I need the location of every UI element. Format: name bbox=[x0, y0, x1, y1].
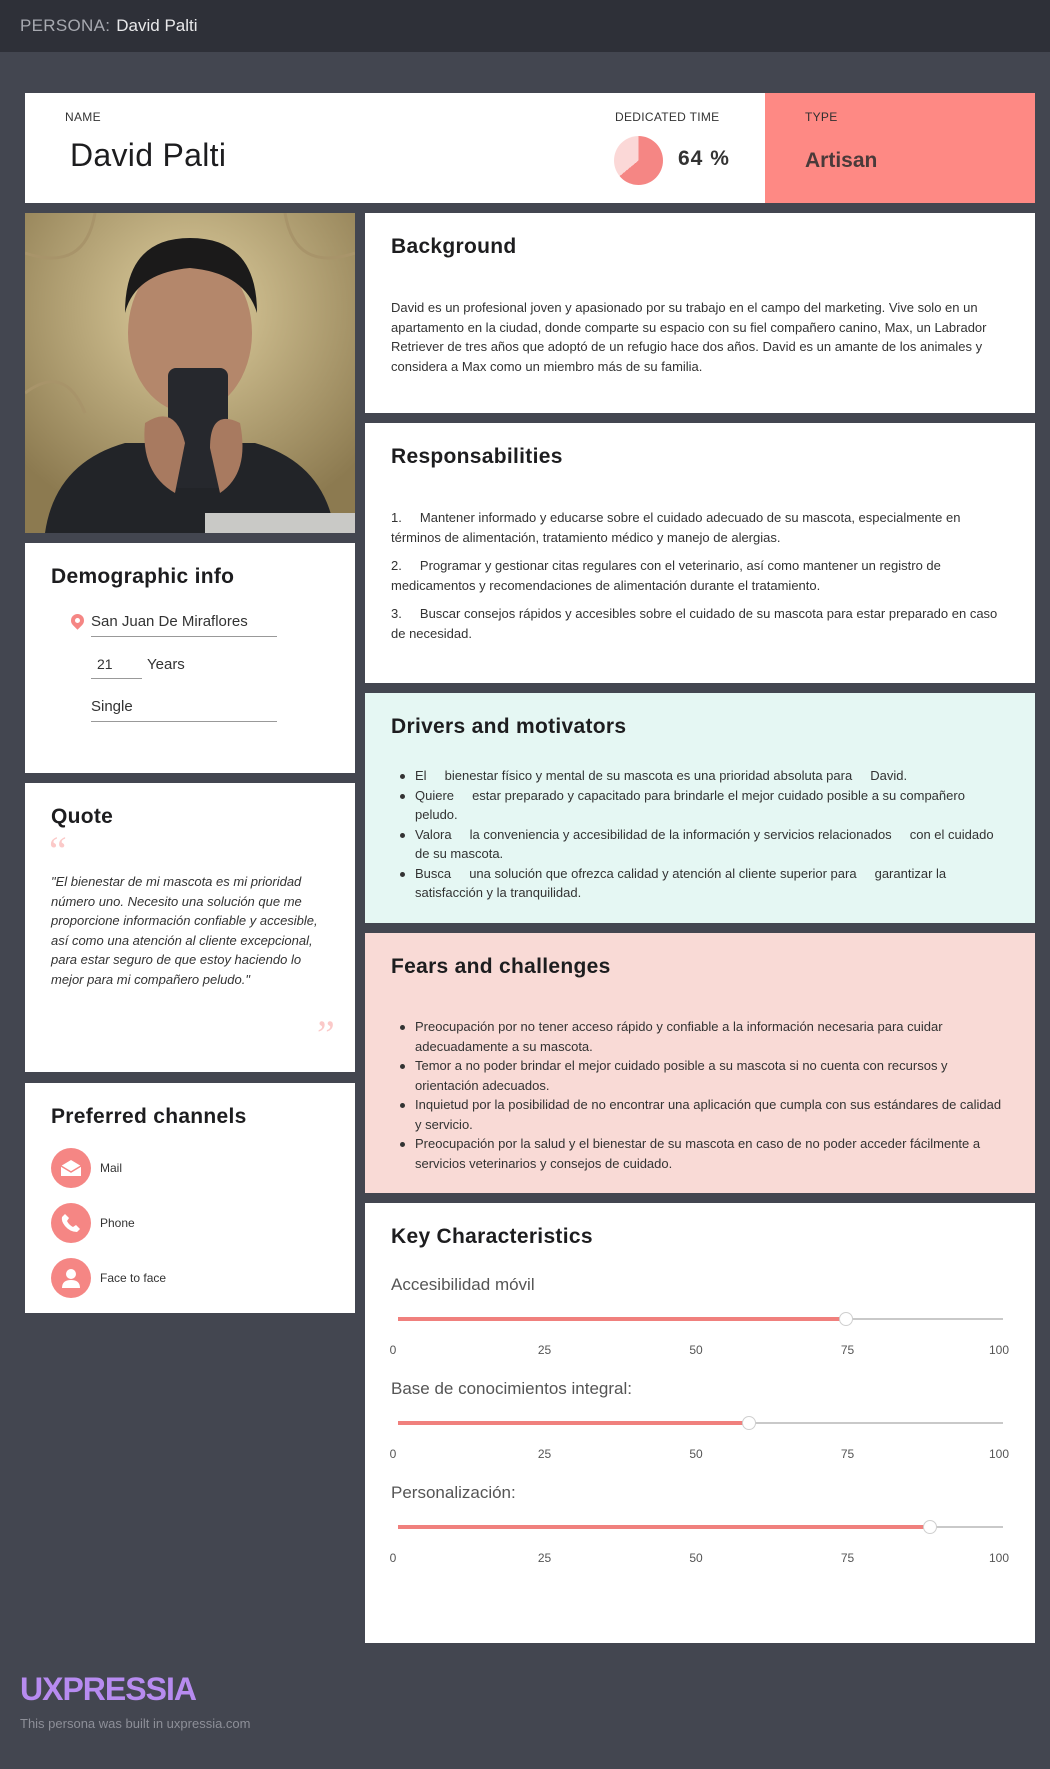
tick-label: 25 bbox=[537, 1447, 552, 1461]
persona-photo[interactable] bbox=[25, 213, 355, 533]
fears-card: Fears and challenges Preocupación por no… bbox=[365, 933, 1035, 1193]
channel-label: Mail bbox=[100, 1161, 123, 1175]
responsabilities-card: Responsabilities 1. Mantener informado y… bbox=[365, 423, 1035, 683]
channel-label: Face to face bbox=[100, 1271, 167, 1285]
responsabilities-title: Responsabilities bbox=[391, 445, 563, 468]
slider-accesibilidad[interactable] bbox=[398, 1312, 1003, 1326]
slider-handle[interactable] bbox=[838, 1312, 853, 1326]
slider-base-conocimientos[interactable] bbox=[398, 1416, 1003, 1430]
channel-phone[interactable]: Phone bbox=[51, 1203, 135, 1243]
fears-title: Fears and challenges bbox=[391, 955, 611, 978]
close-quote-icon: ” bbox=[317, 1012, 335, 1057]
slider-fill bbox=[398, 1525, 931, 1529]
demographic-card: Demographic info San Juan De Miraflores … bbox=[25, 543, 355, 773]
list-item: 2. Programar y gestionar citas regulares… bbox=[391, 558, 945, 593]
slider-fill bbox=[398, 1421, 749, 1425]
slider-label: Personalización: bbox=[391, 1483, 516, 1502]
age-field[interactable]: 21 bbox=[91, 656, 142, 679]
slider-fill bbox=[398, 1317, 846, 1321]
key-characteristics-title: Key Characteristics bbox=[391, 1225, 593, 1248]
channels-card: Preferred channels Mail Phone Face to fa… bbox=[25, 1083, 355, 1313]
quote-title: Quote bbox=[51, 805, 114, 828]
name-label: NAME bbox=[65, 110, 101, 124]
list-item: Preocupación por no tener acceso rápido … bbox=[391, 1017, 1011, 1056]
channel-label: Phone bbox=[100, 1216, 135, 1230]
list-item: Preocupación por la salud y el bienestar… bbox=[391, 1134, 1011, 1173]
list-item: El bienestar físico y mental de su masco… bbox=[391, 766, 1011, 786]
location-field[interactable]: San Juan De Miraflores bbox=[68, 611, 277, 637]
tick-label: 0 bbox=[389, 1551, 397, 1565]
quote-card: Quote “ "El bienestar de mi mascota es m… bbox=[25, 783, 355, 1072]
channel-face-to-face[interactable]: Face to face bbox=[51, 1258, 166, 1298]
dedicated-time-label: DEDICATED TIME bbox=[615, 110, 720, 124]
location-pin-icon bbox=[68, 611, 87, 630]
top-bar: PERSONA: David Palti bbox=[0, 0, 1050, 52]
slider-label: Base de conocimientos integral: bbox=[391, 1379, 632, 1398]
location-value: San Juan De Miraflores bbox=[91, 613, 248, 630]
slider-ticks: 0 25 50 75 100 bbox=[389, 1447, 1016, 1463]
persona-name-value[interactable]: David Palti bbox=[70, 137, 226, 174]
list-item: Quiere estar preparado y capacitado para… bbox=[391, 786, 1011, 825]
persona-photo-illustration bbox=[25, 213, 355, 533]
slider-handle[interactable] bbox=[923, 1520, 938, 1534]
list-item: Busca una solución que ofrezca calidad y… bbox=[391, 864, 1011, 903]
drivers-list[interactable]: El bienestar físico y mental de su masco… bbox=[391, 766, 1011, 903]
type-label: TYPE bbox=[805, 110, 838, 124]
tick-label: 50 bbox=[689, 1551, 703, 1565]
tick-label: 0 bbox=[389, 1343, 397, 1357]
status-field[interactable]: Single bbox=[91, 698, 277, 722]
list-item: Temor a no poder brindar el mejor cuidad… bbox=[391, 1056, 1011, 1095]
tick-label: 50 bbox=[689, 1447, 703, 1461]
list-item: 1. Mantener informado y educarse sobre e… bbox=[391, 510, 965, 545]
open-quote-icon: “ bbox=[49, 828, 67, 873]
tick-label: 25 bbox=[537, 1343, 552, 1357]
fears-list[interactable]: Preocupación por no tener acceso rápido … bbox=[391, 1017, 1011, 1173]
tick-label: 100 bbox=[988, 1447, 1010, 1461]
background-card: Background David es un profesional joven… bbox=[365, 213, 1035, 413]
phone-icon bbox=[51, 1203, 91, 1243]
tick-label: 100 bbox=[988, 1343, 1010, 1357]
slider-ticks: 0 25 50 75 100 bbox=[389, 1343, 1016, 1359]
mail-icon bbox=[51, 1148, 91, 1188]
channel-mail[interactable]: Mail bbox=[51, 1148, 122, 1188]
tick-label: 75 bbox=[840, 1447, 855, 1461]
background-text[interactable]: David es un profesional joven y apasiona… bbox=[391, 298, 1011, 376]
tick-label: 75 bbox=[840, 1551, 855, 1565]
responsabilities-list[interactable]: 1. Mantener informado y educarse sobre e… bbox=[391, 508, 1011, 652]
channels-title: Preferred channels bbox=[51, 1105, 247, 1128]
slider-handle[interactable] bbox=[741, 1416, 756, 1430]
person-icon bbox=[51, 1258, 91, 1298]
tick-label: 0 bbox=[389, 1447, 397, 1461]
demographic-title: Demographic info bbox=[51, 565, 235, 588]
background-title: Background bbox=[391, 235, 517, 258]
dedicated-time-value[interactable]: 64 % bbox=[678, 147, 730, 171]
persona-label: PERSONA: bbox=[20, 16, 111, 35]
key-characteristics-card: Key Characteristics Accesibilidad móvil … bbox=[365, 1203, 1035, 1643]
slider-label: Accesibilidad móvil bbox=[391, 1275, 535, 1294]
tick-label: 50 bbox=[689, 1343, 703, 1357]
header-card: NAME David Palti DEDICATED TIME 64 % TYP… bbox=[25, 93, 1035, 203]
quote-text[interactable]: "El bienestar de mi mascota es mi priori… bbox=[51, 872, 331, 989]
age-unit-label: Years bbox=[147, 656, 185, 673]
drivers-card: Drivers and motivators El bienestar físi… bbox=[365, 693, 1035, 923]
drivers-title: Drivers and motivators bbox=[391, 715, 627, 738]
persona-name: David Palti bbox=[116, 16, 198, 35]
type-box[interactable]: TYPE Artisan bbox=[765, 93, 1035, 203]
tick-label: 75 bbox=[840, 1343, 855, 1357]
footer-note[interactable]: This persona was built in uxpressia.com bbox=[20, 1716, 251, 1731]
dedicated-time-pie bbox=[614, 136, 663, 185]
list-item: Inquietud por la posibilidad de no encon… bbox=[391, 1095, 1011, 1134]
tick-label: 25 bbox=[537, 1551, 552, 1565]
tick-label: 100 bbox=[988, 1551, 1010, 1565]
list-item: 3. Buscar consejos rápidos y accesibles … bbox=[391, 606, 1001, 641]
uxpressia-logo[interactable]: UXPRESSIA bbox=[20, 1671, 197, 1708]
slider-personalizacion[interactable] bbox=[398, 1520, 1003, 1534]
slider-ticks: 0 25 50 75 100 bbox=[389, 1551, 1016, 1567]
list-item: Valora la conveniencia y accesibilidad d… bbox=[391, 825, 1011, 864]
type-value[interactable]: Artisan bbox=[805, 149, 877, 173]
